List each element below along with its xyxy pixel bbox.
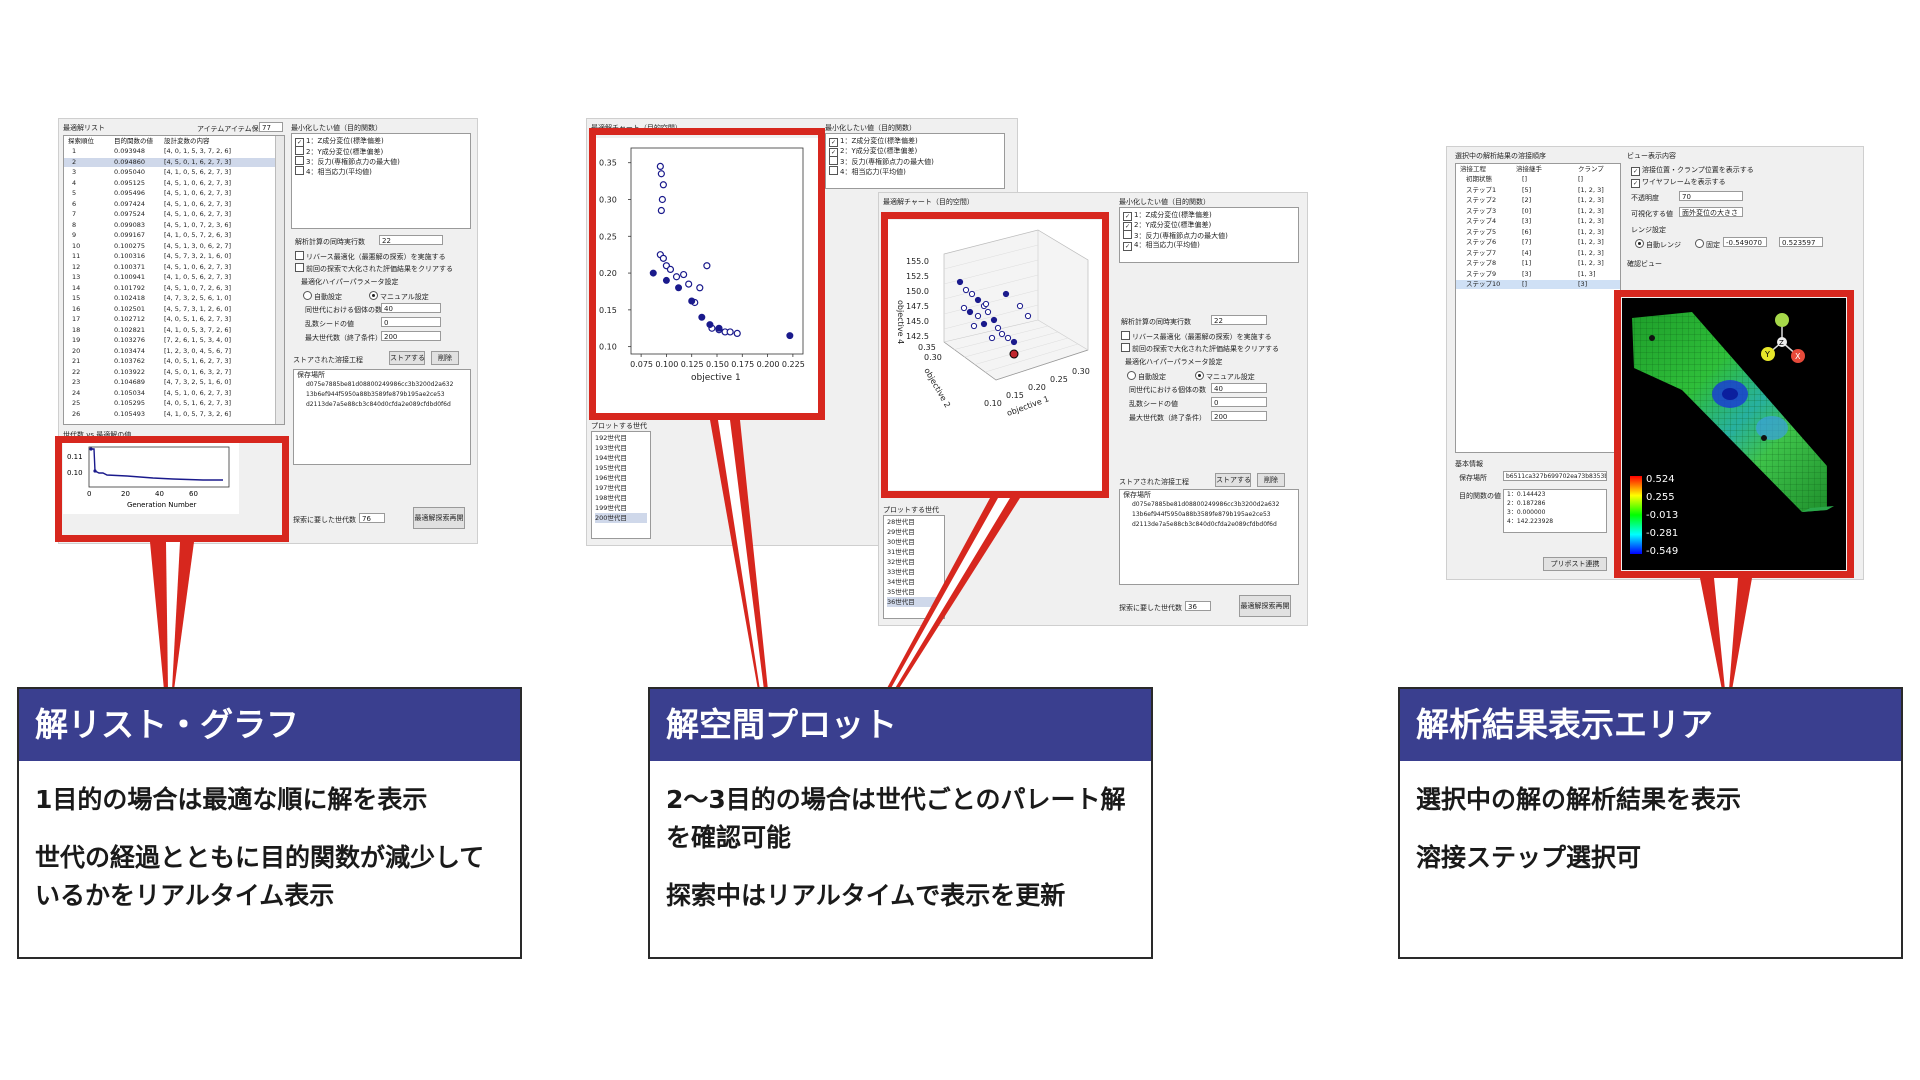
- card-text: 選択中の解の解析結果を表示: [1416, 785, 1742, 814]
- card-text: 溶接ステップ選択可: [1416, 843, 1642, 872]
- card-text: 探索中はリアルタイムで表示を更新: [666, 881, 1066, 910]
- card-solution-space: 解空間プロット 2～3目的の場合は世代ごとのパレート解を確認可能 探索中はリアル…: [648, 687, 1153, 959]
- pointer-3: [886, 498, 1020, 690]
- card-title: 解リスト・グラフ: [19, 689, 520, 761]
- card-solution-list: 解リスト・グラフ 1目的の場合は最適な順に解を表示 世代の経過とともに目的関数が…: [17, 687, 522, 959]
- card-text: 1目的の場合は最適な順に解を表示: [35, 785, 428, 814]
- card-title: 解析結果表示エリア: [1400, 689, 1901, 761]
- card-analysis-result: 解析結果表示エリア 選択中の解の解析結果を表示 溶接ステップ選択可: [1398, 687, 1903, 959]
- card-title: 解空間プロット: [650, 689, 1151, 761]
- card-text: 2～3目的の場合は世代ごとのパレート解を確認可能: [666, 785, 1126, 852]
- card-text: 世代の経過とともに目的関数が減少しているかをリアルタイム表示: [35, 843, 485, 910]
